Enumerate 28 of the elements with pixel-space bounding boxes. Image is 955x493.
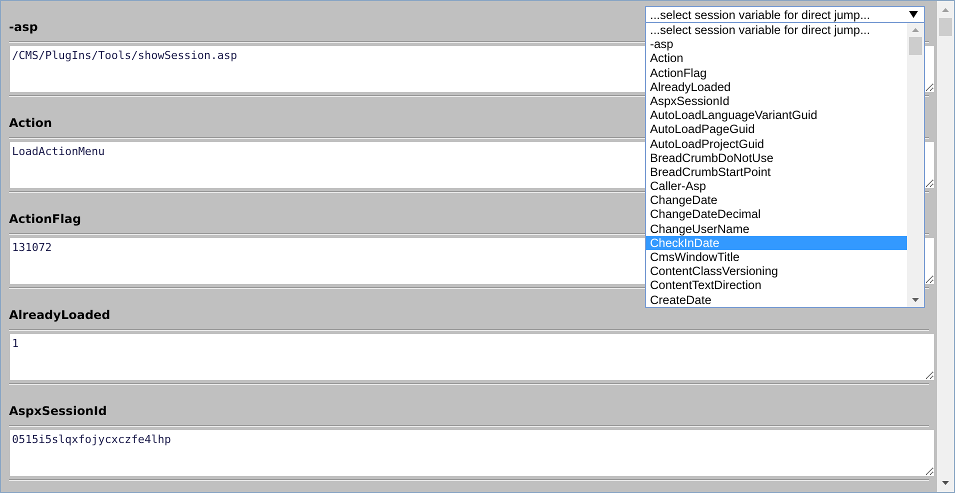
caret-icon [909, 11, 918, 18]
value-field[interactable]: 1 [10, 334, 934, 380]
dropdown-option[interactable]: ChangeDate [646, 193, 907, 208]
dropdown-option[interactable]: ...select session variable for direct jump... [646, 23, 907, 38]
dropdown-option[interactable]: ChangeDateDecimal [646, 207, 907, 222]
dropdown-option[interactable]: AlreadyLoaded [646, 80, 907, 94]
dropdown-option[interactable]: CreateDate [646, 292, 907, 307]
dropdown-option[interactable]: ActionFlag [646, 66, 907, 80]
dropdown-option[interactable]: BreadCrumbDoNotUse [646, 150, 907, 165]
jump-select[interactable]: ...select session variable for direct jump... [645, 6, 925, 23]
page-scrollbar[interactable] [937, 1, 954, 492]
scroll-thumb[interactable] [909, 37, 922, 55]
dropdown-option[interactable]: AutoLoadLanguageVariantGuid [646, 108, 907, 122]
variable-name: AspxSessionId [9, 404, 107, 418]
dropdown-option[interactable]: CmsWindowTitle [646, 250, 907, 264]
list-scrollbar[interactable] [907, 23, 924, 307]
variable-name: AlreadyLoaded [9, 308, 110, 322]
dropdown-option[interactable]: AutoLoadPageGuid [646, 122, 907, 136]
variable-name: -asp [9, 20, 38, 34]
dropdown-option[interactable]: Action [646, 51, 907, 66]
dropdown-option[interactable]: AspxSessionId [646, 94, 907, 108]
dropdown-option[interactable]: BreadCrumbStartPoint [646, 164, 907, 180]
dropdown-option[interactable]: ChangeUserName [646, 222, 907, 236]
variable-name: ActionFlag [9, 212, 82, 226]
value-field[interactable]: 0515i5slqxfojycxczfe4lhp [10, 430, 934, 476]
variable-name: Action [9, 116, 52, 130]
dropdown-option[interactable]: ContentClassVersioning [646, 264, 907, 278]
scroll-thumb[interactable] [939, 18, 952, 36]
